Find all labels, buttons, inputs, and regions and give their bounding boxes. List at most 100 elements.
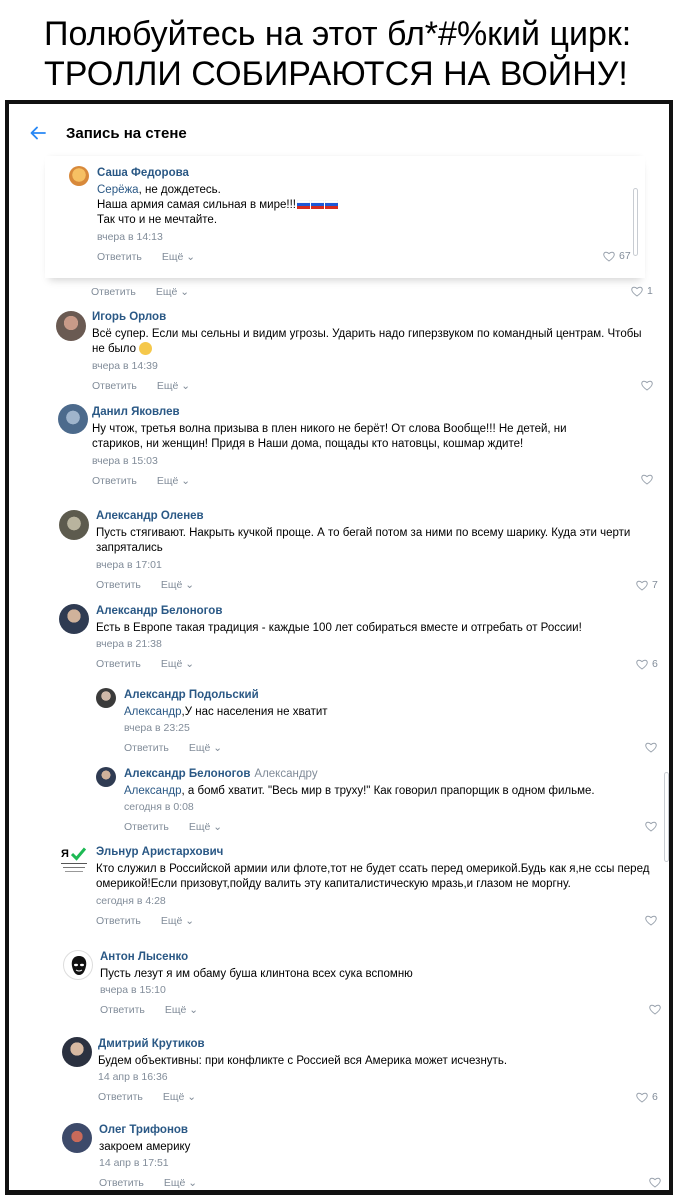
more-button[interactable]: Ещё ⌄ — [156, 286, 189, 298]
comment-text: закроем америку — [99, 1141, 191, 1153]
heart-icon — [641, 380, 653, 391]
more-button[interactable]: Ещё ⌄ — [157, 380, 190, 392]
comment-time[interactable]: сегодня в 0:08 — [124, 801, 194, 813]
comment-author[interactable]: Александр Подольский — [124, 689, 259, 701]
reply-button[interactable]: Ответить — [96, 579, 141, 591]
mention-link[interactable]: Александр — [124, 706, 182, 718]
reply-button[interactable]: Ответить — [98, 1091, 143, 1103]
comment-time[interactable]: вчера в 21:38 — [96, 638, 162, 650]
reply-button[interactable]: Ответить — [96, 658, 141, 670]
like-button[interactable] — [645, 915, 661, 926]
more-button[interactable]: Ещё ⌄ — [164, 1177, 197, 1189]
avatar[interactable] — [56, 311, 86, 341]
checkmark-icon — [71, 847, 86, 861]
reply-button[interactable]: Ответить — [92, 380, 137, 392]
like-button[interactable] — [641, 474, 657, 485]
reply-button[interactable]: Ответить — [91, 286, 136, 298]
comment-time[interactable]: вчера в 15:10 — [100, 984, 166, 996]
comment-actions: Ответить Ещё ⌄ — [92, 380, 190, 392]
comment-time[interactable]: вчера в 14:39 — [92, 360, 158, 372]
comment-time[interactable]: 14 апр в 17:51 — [99, 1157, 169, 1169]
more-button[interactable]: Ещё ⌄ — [161, 658, 194, 670]
comment-text: Ну чтож, третья волна призыва в плен ник… — [92, 423, 567, 450]
comment-time[interactable]: вчера в 14:13 — [97, 231, 163, 243]
comment-actions: Ответить Ещё ⌄ — [92, 475, 190, 487]
reply-button[interactable]: Ответить — [99, 1177, 144, 1189]
comment-author[interactable]: Олег Трифонов — [99, 1124, 188, 1136]
like-button[interactable]: 67 — [603, 250, 631, 262]
more-button[interactable]: Ещё ⌄ — [157, 475, 190, 487]
russia-flag-icon — [297, 200, 310, 210]
back-arrow-icon[interactable] — [29, 124, 47, 142]
avatar[interactable] — [63, 950, 93, 980]
reply-to-label[interactable]: Александру — [254, 768, 317, 780]
comment-time[interactable]: вчера в 17:01 — [96, 559, 162, 571]
comment-author[interactable]: Эльнур Аристархович — [96, 846, 223, 858]
like-button[interactable] — [649, 1177, 665, 1188]
more-button[interactable]: Ещё ⌄ — [189, 742, 222, 754]
scrollbar[interactable] — [664, 772, 669, 862]
like-button[interactable]: 6 — [636, 658, 658, 670]
comment-text: Александр,У нас населения не хватит — [124, 706, 328, 718]
more-button[interactable]: Ещё ⌄ — [162, 251, 195, 263]
heart-icon — [645, 742, 657, 753]
heart-icon — [636, 1092, 648, 1103]
reply-button[interactable]: Ответить — [92, 475, 137, 487]
meme-caption: Полюбуйтесь на этот бл*#%кий цирк: ТРОЛЛ… — [0, 0, 677, 100]
avatar[interactable] — [59, 510, 89, 540]
reply-button[interactable]: Ответить — [96, 915, 141, 927]
avatar[interactable] — [96, 767, 116, 787]
comment-time[interactable]: вчера в 15:03 — [92, 455, 158, 467]
avatar[interactable] — [69, 166, 89, 186]
comment-text: Александр, а бомб хватит. "Весь мир в тр… — [124, 785, 595, 797]
avatar[interactable] — [62, 1123, 92, 1153]
avatar[interactable] — [59, 604, 89, 634]
more-button[interactable]: Ещё ⌄ — [189, 821, 222, 833]
comment-time[interactable]: вчера в 23:25 — [124, 722, 190, 734]
more-button[interactable]: Ещё ⌄ — [161, 579, 194, 591]
avatar[interactable] — [96, 688, 116, 708]
comment-actions: Ответить Ещё ⌄ — [96, 579, 194, 591]
pinned-comment: Саша Федорова Серёжа, не дождетесь. Наша… — [45, 156, 645, 278]
comment-author[interactable]: Антон Лысенко — [100, 951, 188, 963]
comment-actions: Ответить Ещё ⌄ — [98, 1091, 196, 1103]
avatar[interactable] — [58, 404, 88, 434]
scrollbar[interactable] — [633, 188, 638, 256]
heart-icon — [645, 915, 657, 926]
comment-author[interactable]: Саша Федорова — [97, 167, 189, 179]
more-button[interactable]: Ещё ⌄ — [161, 915, 194, 927]
mention-link[interactable]: Александр — [124, 785, 182, 797]
comment-text: Есть в Европе такая традиция - каждые 10… — [96, 622, 582, 634]
comment-author[interactable]: Александр Белоногов — [96, 605, 222, 617]
comment-actions-row: Ответить Ещё ⌄ 1 — [9, 282, 669, 302]
more-button[interactable]: Ещё ⌄ — [165, 1004, 198, 1016]
comment-time[interactable]: 14 апр в 16:36 — [98, 1071, 168, 1083]
comment-author[interactable]: Александр Оленев — [96, 510, 204, 522]
avatar[interactable] — [62, 1037, 92, 1067]
like-button[interactable]: 6 — [636, 1091, 658, 1103]
avatar[interactable]: Я — [59, 846, 89, 876]
mention-link[interactable]: Серёжа — [97, 184, 139, 196]
comment-author[interactable]: Игорь Орлов — [92, 311, 166, 323]
like-button[interactable] — [645, 742, 661, 753]
russia-flag-icon — [325, 200, 338, 210]
screenshot-frame: Запись на стене Ответить Ещё ⌄ 1 Саша Фед… — [5, 100, 673, 1195]
reply-button[interactable]: Ответить — [100, 1004, 145, 1016]
like-button[interactable]: 1 — [631, 285, 653, 297]
comment-actions: Ответить Ещё ⌄ — [100, 1004, 198, 1016]
like-button[interactable] — [645, 821, 661, 832]
like-button[interactable] — [649, 1004, 665, 1015]
comment-actions: Ответить Ещё ⌄ — [124, 821, 222, 833]
comment-actions: Ответить Ещё ⌄ — [96, 658, 194, 670]
comment-author[interactable]: Дмитрий Крутиков — [98, 1038, 205, 1050]
more-button[interactable]: Ещё ⌄ — [163, 1091, 196, 1103]
heart-icon — [631, 286, 643, 297]
like-button[interactable]: 7 — [636, 579, 658, 591]
reply-button[interactable]: Ответить — [124, 742, 169, 754]
reply-button[interactable]: Ответить — [124, 821, 169, 833]
comment-author[interactable]: Данил Яковлев — [92, 406, 180, 418]
like-button[interactable] — [641, 380, 657, 391]
comment-time[interactable]: сегодня в 4:28 — [96, 895, 166, 907]
heart-icon — [649, 1177, 661, 1188]
reply-button[interactable]: Ответить — [97, 251, 142, 263]
